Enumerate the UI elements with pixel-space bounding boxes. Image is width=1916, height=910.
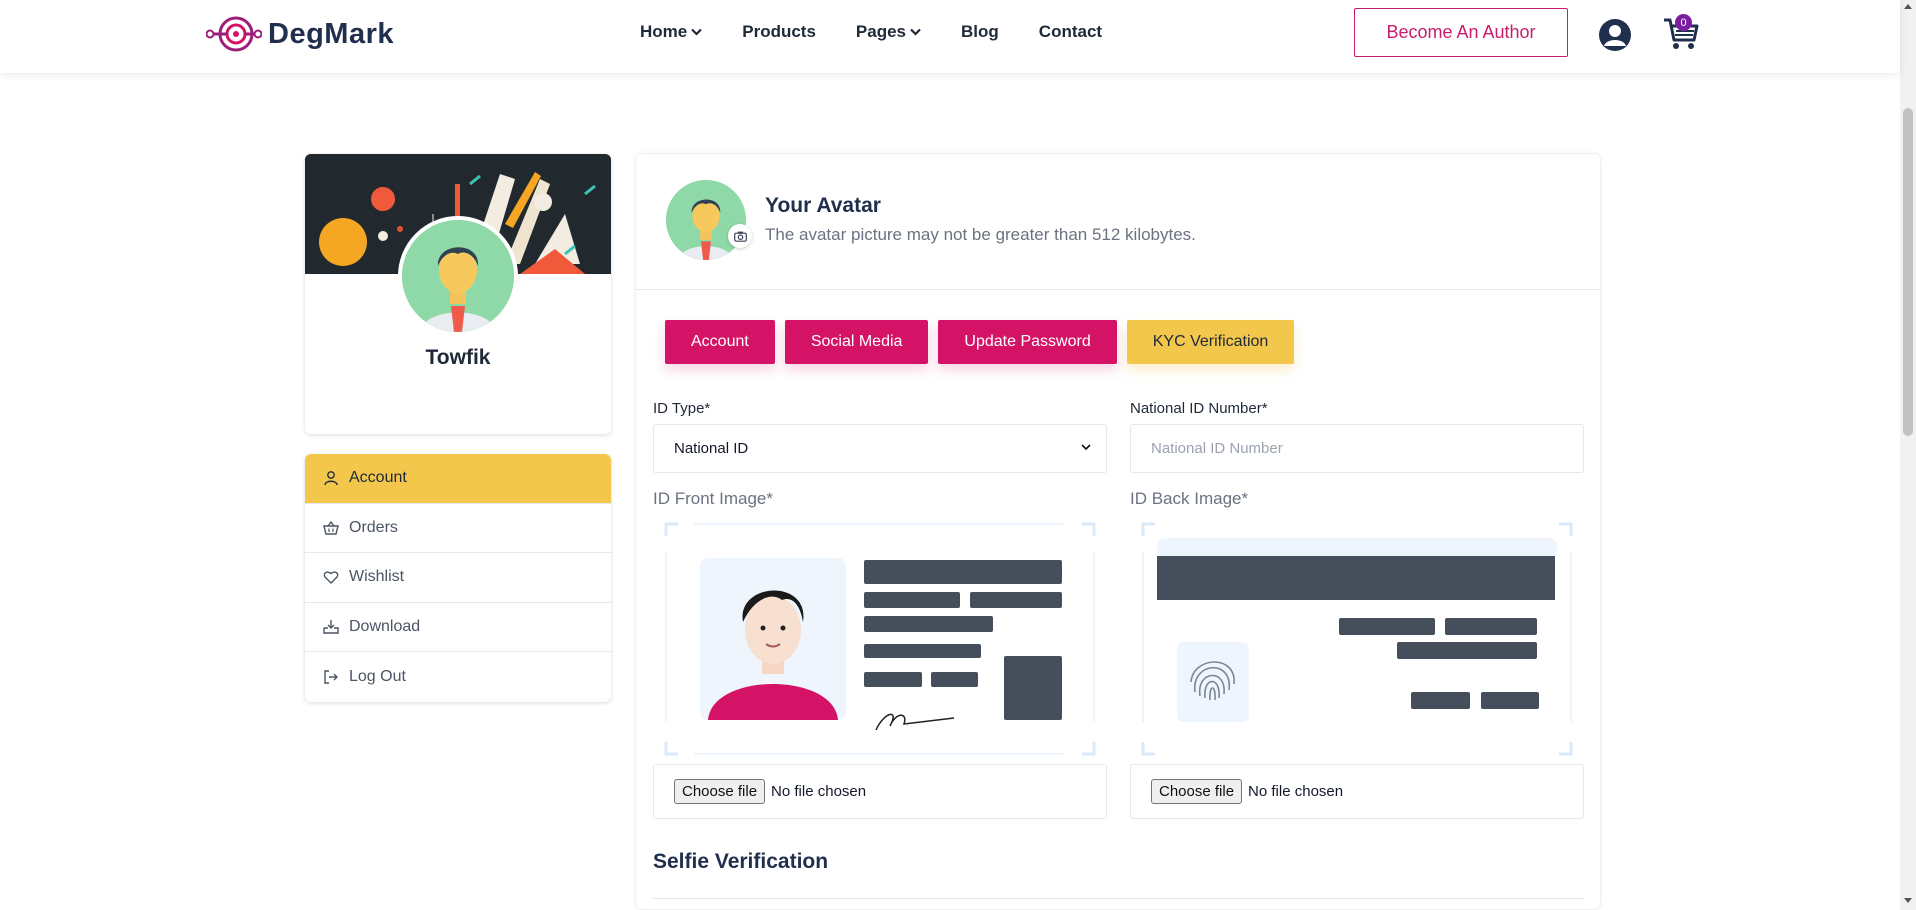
scroll-down-arrow-icon[interactable] [1904,898,1912,903]
sidebar-item-logout[interactable]: Log Out [305,652,611,702]
site-header: DegMark Home Products Pages Blog Contact… [0,0,1900,73]
nav-item-products[interactable]: Products [742,22,816,42]
sidebar-item-orders[interactable]: Orders [305,504,611,554]
national-id-input[interactable] [1130,424,1584,473]
account-side-menu: Account Orders Wishlist Download Log Out [305,454,611,702]
logo-icon [206,16,262,52]
chevron-down-icon [1081,444,1091,451]
cart-count-badge: 0 [1675,14,1692,31]
chevron-down-icon [910,28,921,36]
tab-account[interactable]: Account [665,320,775,364]
nid-label: National ID Number* [1130,400,1268,417]
tab-update-password[interactable]: Update Password [938,320,1117,364]
heart-icon [323,571,339,585]
nav-label: Products [742,22,816,41]
nav-item-contact[interactable]: Contact [1039,22,1102,42]
nav-label: Home [640,22,688,41]
camera-icon [733,231,747,242]
profile-card: Towfik [305,154,611,434]
sidebar-item-label: Orders [349,518,398,536]
nav-item-blog[interactable]: Blog [961,22,999,42]
sidebar-item-label: Download [349,618,421,636]
id-back-file-input[interactable]: Choose file No file chosen [1130,764,1584,819]
id-type-label: ID Type* [653,400,711,417]
kyc-main-panel: Your Avatar The avatar picture may not b… [635,153,1601,910]
brand-logo[interactable]: DegMark [206,14,394,54]
user-account-icon[interactable] [1598,18,1632,52]
nav-label: Blog [961,22,999,41]
id-back-illustration [1141,522,1573,756]
sidebar-item-wishlist[interactable]: Wishlist [305,553,611,603]
chevron-down-icon [691,28,703,36]
selfie-verification-title: Selfie Verification [653,850,829,873]
download-icon [323,620,339,634]
scroll-up-arrow-icon[interactable] [1904,4,1912,9]
tab-social-media[interactable]: Social Media [784,320,929,364]
avatar-illustration [666,180,746,260]
main-nav: Home Products Pages Blog Contact [640,22,1102,42]
scroll-thumb[interactable] [1903,108,1913,436]
avatar-illustration [402,220,514,332]
profile-avatar [398,216,518,336]
user-icon [324,471,338,486]
basket-icon [323,520,339,535]
avatar-title: Your Avatar [765,194,881,217]
become-author-button[interactable]: Become An Author [1354,8,1568,57]
page-scrollbar[interactable] [1900,0,1916,910]
id-front-label: ID Front Image* [653,489,773,508]
avatar-description: The avatar picture may not be greater th… [765,225,1196,244]
nav-label: Pages [855,22,907,41]
nav-item-pages[interactable]: Pages [856,22,921,42]
profile-name: Towfik [425,346,491,369]
small-avatar[interactable] [666,180,746,260]
choose-front-file-button[interactable]: Choose file [674,779,766,804]
id-type-select[interactable]: National ID [653,424,1107,473]
id-back-label: ID Back Image* [1130,489,1249,508]
brand-name: DegMark [268,17,394,50]
nav-item-home[interactable]: Home [640,22,703,42]
back-file-status: No file chosen [1248,783,1344,800]
sidebar-item-label: Wishlist [349,568,405,586]
nav-label: Contact [1038,22,1103,41]
id-front-file-input[interactable]: Choose file No file chosen [653,764,1107,819]
sidebar-item-label: Account [349,469,407,487]
sidebar-item-label: Log Out [349,668,406,686]
choose-back-file-button[interactable]: Choose file [1151,779,1243,804]
upload-avatar-button[interactable] [728,224,752,248]
avatar-section: Your Avatar The avatar picture may not b… [636,154,1600,290]
sidebar-item-download[interactable]: Download [305,603,611,653]
divider [653,898,1584,899]
settings-tabs: Account Social Media Update Password KYC… [665,320,1295,364]
sidebar-item-account[interactable]: Account [305,454,611,504]
front-file-status: No file chosen [771,783,867,800]
id-front-illustration [664,522,1096,756]
id-type-value: National ID [674,440,749,457]
logout-icon [324,670,338,684]
tab-kyc-verification[interactable]: KYC Verification [1126,320,1295,364]
